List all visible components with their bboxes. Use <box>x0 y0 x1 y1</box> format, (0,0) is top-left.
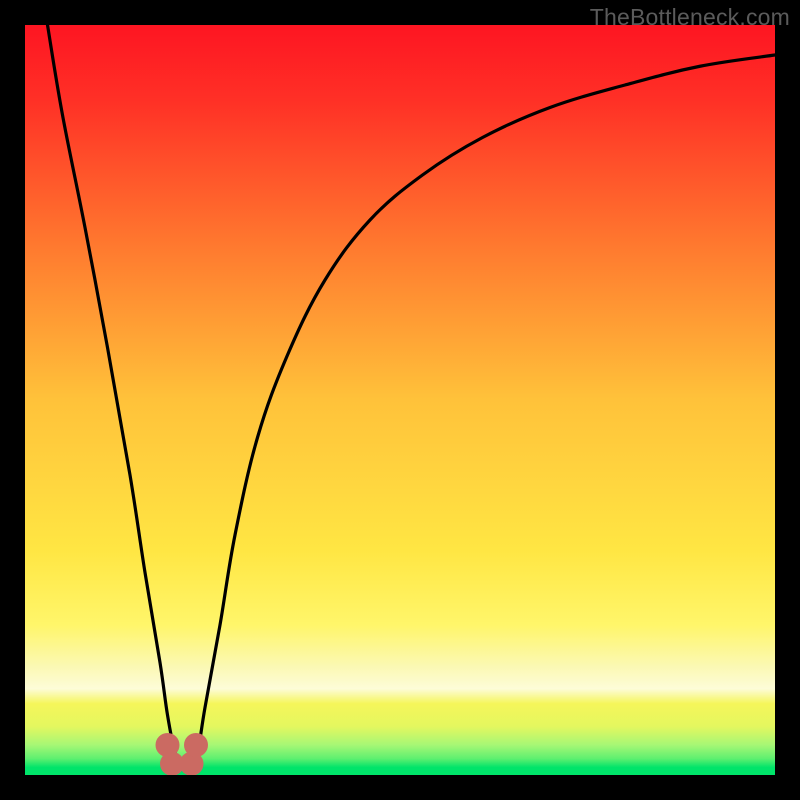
watermark-text: TheBottleneck.com <box>590 4 790 31</box>
minimum-markers <box>156 733 209 775</box>
bottleneck-curve <box>48 25 776 770</box>
curve-layer <box>25 25 775 775</box>
minimum-marker <box>184 733 208 757</box>
plot-area <box>25 25 775 775</box>
chart-frame: TheBottleneck.com <box>0 0 800 800</box>
